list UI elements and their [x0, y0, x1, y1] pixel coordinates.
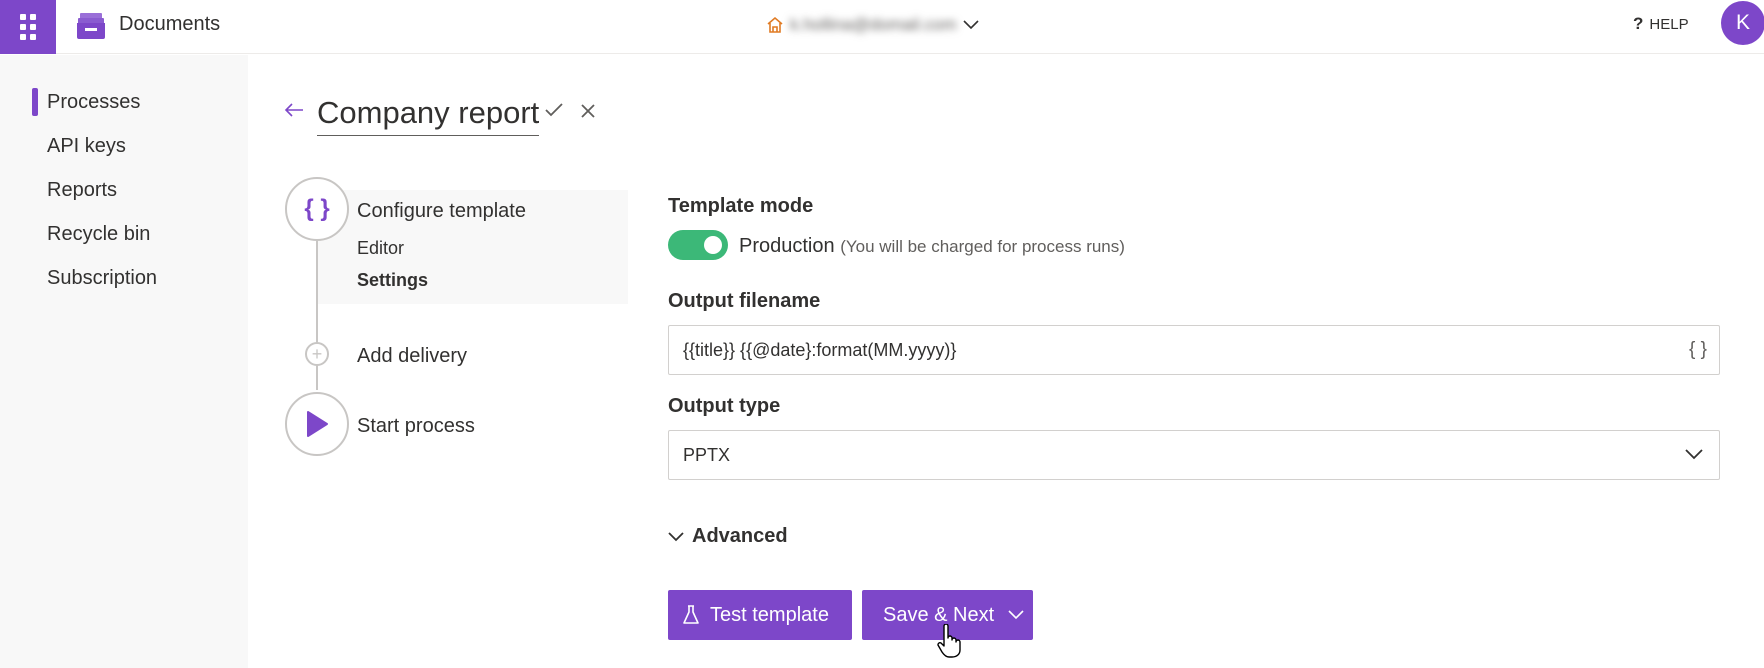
add-delivery-plus-icon[interactable]: + — [305, 342, 329, 366]
step-add-delivery[interactable]: Add delivery — [357, 345, 467, 368]
insert-variable-icon[interactable]: { } — [1689, 339, 1707, 361]
close-icon[interactable] — [580, 103, 596, 119]
avatar[interactable]: K — [1721, 1, 1764, 45]
chevron-down-icon — [1685, 449, 1703, 460]
page-title[interactable]: Company report — [317, 94, 540, 136]
sidebar-item-api-keys[interactable]: API keys — [47, 135, 126, 158]
chevron-down-icon — [668, 531, 684, 541]
production-note: (You will be charged for process runs) — [840, 237, 1125, 256]
output-filename-label: Output filename — [668, 290, 821, 312]
step-start-process[interactable]: Start process — [357, 415, 475, 438]
output-filename-input[interactable]: {{title}} {{@date}:format(MM.yyyy)} { } — [668, 325, 1720, 375]
production-toggle[interactable] — [668, 230, 728, 260]
checkmark-icon[interactable] — [544, 102, 564, 118]
braces-icon: { } — [304, 195, 330, 222]
chevron-down-icon[interactable] — [1008, 610, 1024, 620]
help-label: HELP — [1649, 15, 1689, 33]
output-type-value: PPTX — [683, 444, 731, 465]
step-editor[interactable]: Editor — [357, 238, 404, 259]
sidebar-item-subscription[interactable]: Subscription — [47, 267, 157, 290]
output-filename-value: {{title}} {{@date}:format(MM.yyyy)} — [683, 339, 957, 360]
help-button[interactable]: ? HELP — [1633, 14, 1689, 34]
waffle-icon — [20, 14, 36, 40]
account-switcher[interactable]: k.hollina@domail.com — [766, 12, 979, 38]
sidebar-item-reports[interactable]: Reports — [47, 179, 117, 202]
test-template-label: Test template — [710, 603, 829, 626]
account-email: k.hollina@domail.com — [790, 15, 957, 34]
app-launcher-button[interactable] — [0, 0, 56, 54]
sidebar-item-recycle-bin[interactable]: Recycle bin — [47, 223, 150, 246]
advanced-label: Advanced — [692, 525, 788, 547]
chevron-down-icon — [962, 20, 979, 30]
production-text: Production (You will be charged for proc… — [739, 235, 1125, 258]
sidebar-item-processes[interactable]: Processes — [47, 91, 140, 114]
configure-step-circle[interactable]: { } — [285, 177, 349, 241]
start-step-circle[interactable] — [285, 392, 349, 456]
test-template-button[interactable]: Test template — [668, 590, 852, 640]
play-icon — [307, 411, 328, 437]
output-type-label: Output type — [668, 395, 781, 417]
output-type-select[interactable]: PPTX — [668, 430, 1720, 480]
template-mode-label: Template mode — [668, 195, 814, 217]
app-name: Documents — [119, 13, 221, 35]
step-configure-template[interactable]: Configure template — [357, 200, 526, 223]
hand-cursor-icon — [937, 624, 961, 658]
home-icon — [767, 16, 783, 33]
production-label: Production — [739, 235, 835, 257]
step-connector — [316, 240, 318, 390]
advanced-toggle[interactable]: Advanced — [668, 525, 788, 548]
active-indicator — [32, 88, 38, 116]
flask-icon — [683, 605, 699, 624]
help-icon: ? — [1633, 14, 1644, 33]
step-settings[interactable]: Settings — [357, 270, 428, 291]
top-bar: Documents k.hollina@domail.com ? HELP K — [0, 0, 1764, 54]
back-arrow-icon[interactable] — [284, 102, 304, 118]
documents-app-icon — [77, 13, 105, 39]
toggle-knob — [704, 236, 722, 254]
